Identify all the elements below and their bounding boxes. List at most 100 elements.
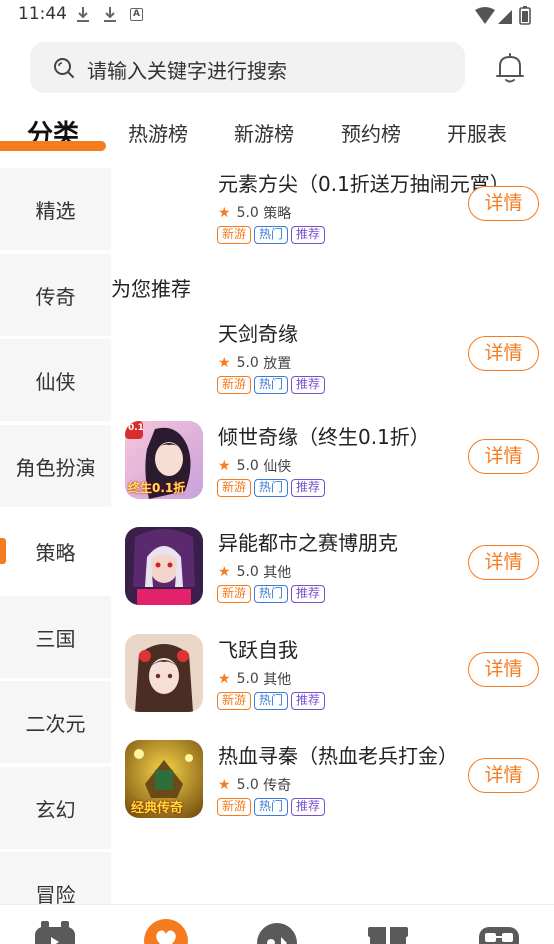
list-item[interactable]: 飞跃自我 ★ 5.0 其他 新游 热门 推荐 详情 <box>111 634 554 724</box>
sidebar-item-three-kingdoms[interactable]: 三国 <box>0 596 111 678</box>
game-meta: ★ 5.0 其他 <box>218 562 291 582</box>
game-category: 其他 <box>263 672 292 688</box>
tag-new: 新游 <box>217 585 252 603</box>
sidebar-item-rpg[interactable]: 角色扮演 <box>0 425 111 507</box>
game-tags: 新游 热门 推荐 <box>217 226 326 244</box>
game-icon[interactable]: 经典传奇 <box>125 740 203 818</box>
star-icon: ★ <box>218 205 231 221</box>
sidebar-item-label: 玄幻 <box>35 797 76 822</box>
game-category: 放置 <box>263 356 292 372</box>
game-icon-caption: 终生0.1折 <box>128 481 186 495</box>
tag-recommended: 推荐 <box>291 692 326 710</box>
list-item[interactable]: 异能都市之赛博朋克 ★ 5.0 其他 新游 热门 推荐 详情 <box>111 527 554 617</box>
sidebar-item-featured[interactable]: 精选 <box>0 168 111 250</box>
game-icon-caption: 经典传奇 <box>131 801 184 816</box>
tag-hot: 热门 <box>254 798 289 816</box>
community-icon[interactable] <box>255 917 299 944</box>
list-item[interactable]: 元素方尖（0.1折送万抽闹元宵） ★ 5.0 策略 新游 热门 推荐 详情 <box>111 168 554 258</box>
download-icon <box>104 7 116 22</box>
list-item[interactable]: 经典传奇 热血寻秦（热血老兵打金） ★ 5.0 传奇 新游 热门 推荐 详情 <box>111 740 554 830</box>
tab-server-schedule[interactable]: 开服表 <box>447 118 507 147</box>
list-item[interactable]: 天剑奇缘 ★ 5.0 放置 新游 热门 推荐 详情 <box>111 318 554 408</box>
status-bar: 11:44 A <box>0 0 554 32</box>
tag-new: 新游 <box>217 376 252 394</box>
game-tags: 新游 热门 推荐 <box>217 692 326 710</box>
detail-button[interactable]: 详情 <box>468 186 539 221</box>
game-icon[interactable] <box>125 634 203 712</box>
sidebar-item-anime[interactable]: 二次元 <box>0 681 111 763</box>
sidebar-item-label: 冒险 <box>35 882 76 905</box>
sidebar-item-adventure[interactable]: 冒险 <box>0 852 111 904</box>
sidebar-item-label: 策略 <box>35 540 76 565</box>
tag-recommended: 推荐 <box>291 376 326 394</box>
game-meta: ★ 5.0 其他 <box>218 669 291 689</box>
download-icon <box>77 7 89 22</box>
game-meta: ★ 5.0 放置 <box>218 353 291 373</box>
star-icon: ★ <box>218 564 231 580</box>
sidebar-item-xianxia[interactable]: 仙侠 <box>0 339 111 421</box>
section-title: 为您推荐 <box>111 277 191 301</box>
sidebar-item-label: 二次元 <box>25 711 86 736</box>
category-heart-icon[interactable] <box>144 917 188 944</box>
category-sidebar: 精选 传奇 仙侠 角色扮演 策略 三国 二次元 玄幻 冒险 <box>0 166 111 904</box>
sidebar-item-label: 传奇 <box>35 284 76 309</box>
detail-button[interactable]: 详情 <box>468 336 539 371</box>
tab-new-games[interactable]: 新游榜 <box>234 118 294 147</box>
game-icon[interactable] <box>125 527 203 605</box>
sidebar-item-label: 三国 <box>35 626 76 651</box>
detail-button[interactable]: 详情 <box>468 652 539 687</box>
signal-battery-icon <box>475 6 531 25</box>
detail-button[interactable]: 详情 <box>468 758 539 793</box>
tag-hot: 热门 <box>254 692 289 710</box>
tag-recommended: 推荐 <box>291 798 326 816</box>
tag-hot: 热门 <box>254 376 289 394</box>
game-category: 其他 <box>263 565 292 581</box>
game-controller-icon[interactable] <box>33 917 77 944</box>
game-tags: 新游 热门 推荐 <box>217 479 326 497</box>
tag-new: 新游 <box>217 479 252 497</box>
game-tags: 新游 热门 推荐 <box>217 585 326 603</box>
tag-hot: 热门 <box>254 585 289 603</box>
sidebar-active-indicator <box>0 538 6 564</box>
category-tabs: 分类 热游榜 新游榜 预约榜 开服表 <box>0 104 554 164</box>
game-rating: 5.0 <box>236 671 259 687</box>
game-icon-art <box>125 634 203 712</box>
tag-new: 新游 <box>217 798 252 816</box>
star-icon: ★ <box>218 458 231 474</box>
game-rating: 5.0 <box>236 458 259 474</box>
detail-button[interactable]: 详情 <box>468 439 539 474</box>
sidebar-item-strategy[interactable]: 策略 <box>0 510 111 592</box>
tag-hot: 热门 <box>254 479 289 497</box>
sidebar-item-legend[interactable]: 传奇 <box>0 254 111 336</box>
star-icon: ★ <box>218 777 231 793</box>
game-meta: ★ 5.0 传奇 <box>218 775 291 795</box>
list-item[interactable]: 0.1 终生0.1折 倾世奇缘（终生0.1折） ★ 5.0 仙侠 新游 热门 推… <box>111 421 554 511</box>
tab-hot-games[interactable]: 热游榜 <box>128 118 188 147</box>
sidebar-item-label: 角色扮演 <box>15 455 96 480</box>
game-rating: 5.0 <box>236 777 259 793</box>
star-icon: ★ <box>218 355 231 371</box>
game-tags: 新游 热门 推荐 <box>217 376 326 394</box>
tab-reservations[interactable]: 预约榜 <box>341 118 401 147</box>
game-category: 策略 <box>263 206 292 222</box>
search-input[interactable]: 请输入关键字进行搜索 <box>30 42 465 93</box>
tag-new: 新游 <box>217 692 252 710</box>
notification-icon: A <box>130 8 143 21</box>
game-category: 仙侠 <box>263 459 292 475</box>
status-time: 11:44 <box>18 4 67 24</box>
tag-new: 新游 <box>217 226 252 244</box>
search-placeholder: 请输入关键字进行搜索 <box>87 59 287 83</box>
detail-button[interactable]: 详情 <box>468 545 539 580</box>
bell-icon[interactable] <box>495 52 525 84</box>
game-icon-art <box>125 527 203 605</box>
bottom-nav <box>0 904 554 944</box>
tag-recommended: 推荐 <box>291 585 326 603</box>
game-rating: 5.0 <box>236 355 259 371</box>
game-icon[interactable]: 0.1 终生0.1折 <box>125 421 203 499</box>
game-icon-badge: 0.1 <box>128 423 144 433</box>
gift-icon[interactable] <box>366 917 410 944</box>
game-meta: ★ 5.0 仙侠 <box>218 456 291 476</box>
profile-icon[interactable] <box>477 917 521 944</box>
sidebar-item-fantasy[interactable]: 玄幻 <box>0 767 111 849</box>
game-tags: 新游 热门 推荐 <box>217 798 326 816</box>
